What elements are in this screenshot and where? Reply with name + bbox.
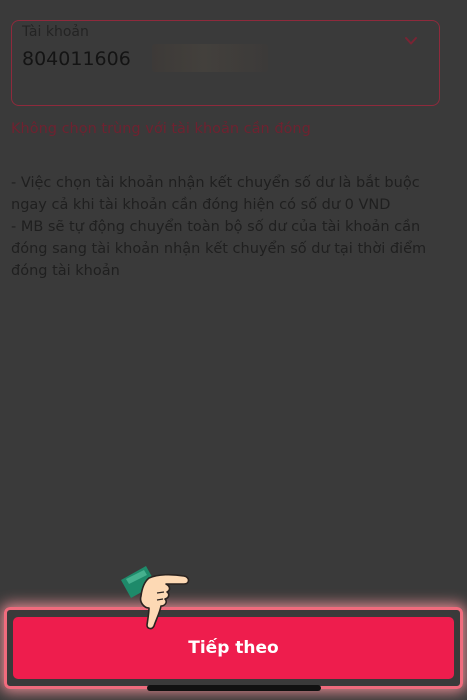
account-label: Tài khoản <box>22 24 89 40</box>
account-number-mask <box>152 44 268 72</box>
home-indicator <box>147 685 321 691</box>
note-line: - MB sẽ tự động chuyển toàn bộ số dư của… <box>11 219 427 279</box>
next-button-label: Tiếp theo <box>188 638 279 658</box>
pointing-hand-icon <box>121 566 190 630</box>
account-number: 804011606 <box>22 48 131 70</box>
chevron-down-icon[interactable] <box>404 34 418 48</box>
info-notes: - Việc chọn tài khoản nhận kết chuyển số… <box>11 172 456 282</box>
next-button[interactable]: Tiếp theo <box>13 617 454 679</box>
note-line: - Việc chọn tài khoản nhận kết chuyển số… <box>11 175 420 213</box>
warning-text: Không chọn trùng với tài khoản cần đóng <box>11 121 311 137</box>
